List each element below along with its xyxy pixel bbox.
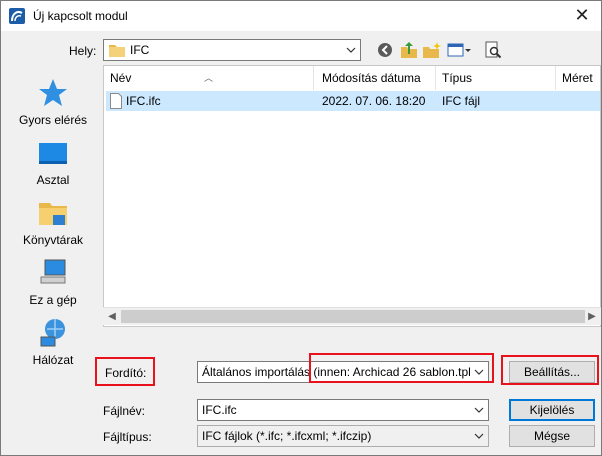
place-label: Könyvtárak: [22, 233, 84, 247]
place-this-pc[interactable]: Ez a gép: [7, 257, 99, 307]
close-button[interactable]: ✕: [567, 3, 597, 29]
preview-icon[interactable]: [484, 41, 504, 59]
file-type: IFC fájl: [442, 94, 481, 108]
chevron-down-icon: [474, 407, 484, 413]
file-modified: 2022. 07. 06. 18:20: [322, 94, 426, 108]
file-name: IFC.ifc: [126, 94, 161, 108]
column-header-type[interactable]: Típus: [436, 66, 556, 90]
place-libraries[interactable]: Könyvtárak: [7, 197, 99, 247]
horizontal-scrollbar[interactable]: ◀ ▶: [103, 307, 601, 325]
network-icon: [40, 319, 65, 347]
column-header-name[interactable]: Név ︿: [104, 66, 314, 90]
column-header-modified[interactable]: Módosítás dátuma: [316, 66, 436, 90]
highlight-box: [501, 355, 599, 385]
folder-icon: [109, 45, 125, 57]
filetype-combo[interactable]: IFC fájlok (*.ifc; *.ifcxml; *.ifczip): [197, 425, 489, 447]
desktop-icon: [39, 143, 67, 164]
link-module-dialog: Új kapcsolt modul ✕ Hely: IFC Gyors elér…: [0, 0, 602, 456]
chevron-down-icon: [346, 47, 356, 53]
scroll-right-icon[interactable]: ▶: [585, 310, 599, 324]
computer-icon: [40, 259, 66, 284]
highlight-box: [95, 357, 155, 386]
back-icon[interactable]: [375, 41, 395, 59]
file-icon: [110, 93, 122, 109]
column-header-size[interactable]: Méret: [556, 66, 602, 90]
filetype-label: Fájltípus:: [103, 430, 152, 444]
scroll-left-icon[interactable]: ◀: [105, 310, 119, 324]
libraries-icon: [39, 203, 67, 225]
new-folder-icon[interactable]: [422, 41, 442, 59]
place-label: Hálózat: [32, 353, 74, 367]
lookin-combo[interactable]: IFC: [103, 39, 361, 61]
places-bar: Gyors elérés Asztal Könyvtárak Ez a gép: [7, 63, 99, 385]
filename-label: Fájlnév:: [103, 404, 146, 418]
chevron-down-icon: [474, 433, 484, 439]
lookin-value: IFC: [130, 43, 150, 57]
place-label: Ez a gép: [29, 293, 77, 307]
file-list[interactable]: Név ︿ Módosítás dátuma Típus Méret IFC.i…: [103, 65, 601, 327]
star-icon: [39, 79, 67, 106]
place-label: Gyors elérés: [18, 113, 88, 127]
cancel-button[interactable]: Mégse: [509, 425, 595, 447]
lookin-label: Hely:: [69, 44, 97, 58]
highlight-box: [309, 353, 494, 383]
view-menu-icon[interactable]: [447, 41, 473, 59]
sort-ascending-icon: ︿: [204, 73, 214, 83]
scrollbar-thumb[interactable]: [121, 310, 585, 323]
archicad-logo-icon: [9, 8, 25, 24]
filetype-value: IFC fájlok (*.ifc; *.ifcxml; *.ifczip): [202, 429, 372, 443]
up-folder-icon[interactable]: [399, 41, 419, 59]
title-bar: Új kapcsolt modul ✕: [1, 1, 601, 31]
place-label: Asztal: [36, 173, 70, 187]
place-network[interactable]: Hálózat: [7, 317, 99, 367]
place-quick-access[interactable]: Gyors elérés: [7, 77, 99, 127]
place-desktop[interactable]: Asztal: [7, 137, 99, 187]
window-title: Új kapcsolt modul: [33, 9, 128, 23]
filename-input[interactable]: IFC.ifc: [197, 399, 489, 421]
select-button[interactable]: Kijelölés: [509, 399, 595, 421]
filename-value: IFC.ifc: [202, 403, 237, 417]
